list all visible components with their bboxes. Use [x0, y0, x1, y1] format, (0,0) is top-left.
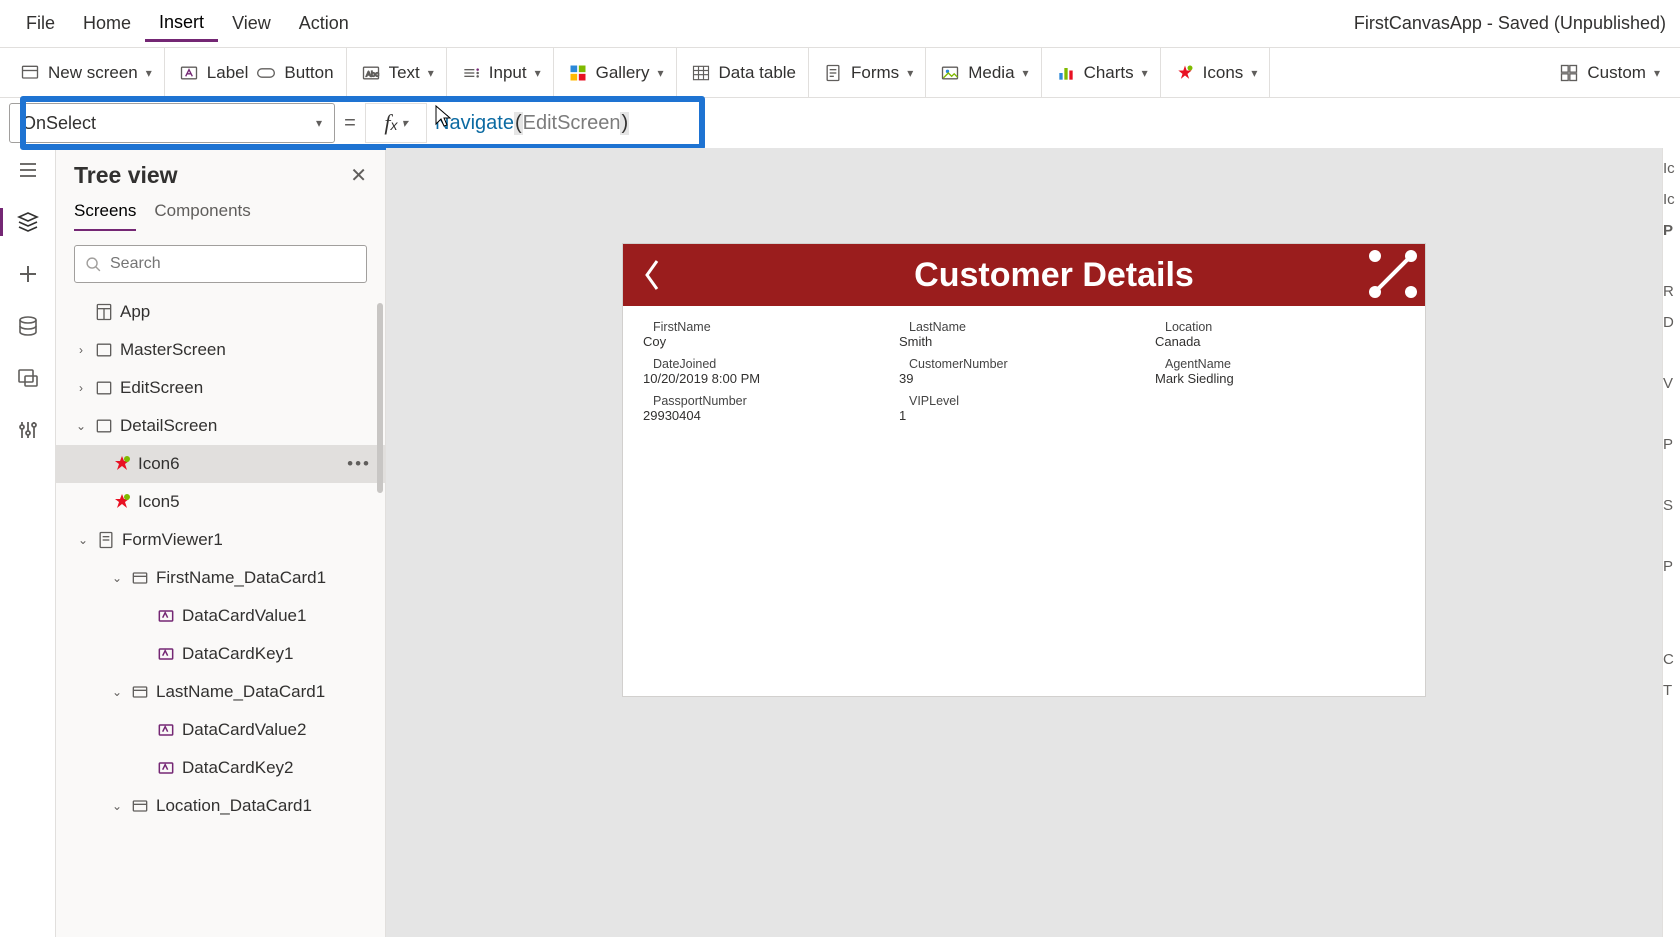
input-icon [461, 63, 481, 83]
top-menu: File Home Insert View Action FirstCanvas… [0, 0, 1680, 48]
advanced-icon[interactable] [16, 418, 40, 442]
tree-list: App › MasterScreen › EditScreen ⌄ Detail… [56, 293, 385, 937]
tree-view-icon[interactable] [16, 210, 40, 234]
new-screen-button[interactable]: New screen ▾ [20, 63, 152, 83]
media-icon [940, 63, 960, 83]
tree-lastname-card[interactable]: ⌄ LastName_DataCard1 [56, 673, 385, 711]
property-dropdown[interactable]: OnSelect ▾ [9, 103, 335, 143]
form-viewer: FirstName Coy LastName Smith Location Ca… [623, 306, 1425, 437]
tree-detail-screen[interactable]: ⌄ DetailScreen [56, 407, 385, 445]
properties-panel-clipped: Ic Ic P R D V P S P C T [1662, 148, 1680, 937]
tree-firstname-card[interactable]: ⌄ FirstName_DataCard1 [56, 559, 385, 597]
field-value: 39 [899, 371, 1149, 386]
screen-preview[interactable]: Customer Details FirstName Coy [623, 244, 1425, 696]
left-rail [0, 148, 56, 937]
hamburger-icon[interactable] [16, 158, 40, 182]
field-value: Canada [1155, 334, 1405, 349]
field-value: Smith [899, 334, 1149, 349]
icons-icon [1175, 63, 1195, 83]
tree-formviewer1[interactable]: ⌄ FormViewer1 [56, 521, 385, 559]
chevron-down-icon: ▾ [316, 116, 322, 130]
tree-datacardkey1[interactable]: DataCardKey1 [56, 635, 385, 673]
data-table-button[interactable]: Data table [691, 63, 797, 83]
canvas[interactable]: Customer Details FirstName Coy [386, 148, 1662, 937]
gallery-dropdown[interactable]: Gallery▾ [568, 63, 664, 83]
forms-dropdown[interactable]: Forms▾ [823, 63, 913, 83]
tree-view-title: Tree view [74, 162, 178, 189]
tree-datacardvalue1[interactable]: DataCardValue1 [56, 597, 385, 635]
custom-icon [1559, 63, 1579, 83]
field-label: Location [1155, 320, 1405, 334]
tree-app-node[interactable]: App [56, 293, 385, 331]
custom-dropdown[interactable]: Custom▾ [1559, 63, 1660, 83]
charts-icon [1056, 63, 1076, 83]
new-screen-icon [20, 63, 40, 83]
forms-icon [823, 63, 843, 83]
charts-dropdown[interactable]: Charts▾ [1056, 63, 1148, 83]
field-label: CustomerNumber [899, 357, 1149, 371]
formula-bar: OnSelect ▾ = fx ▾ Navigate(EditScreen) [0, 98, 1680, 148]
search-icon [85, 256, 102, 273]
field-label: AgentName [1155, 357, 1405, 371]
back-icon[interactable] [623, 255, 683, 295]
tab-components[interactable]: Components [154, 201, 250, 231]
scrollbar-thumb[interactable] [377, 303, 383, 493]
button-button[interactable]: Button [256, 63, 333, 83]
menu-view[interactable]: View [218, 7, 285, 40]
text-dropdown[interactable]: Abc Text▾ [361, 63, 434, 83]
field-label: VIPLevel [899, 394, 1149, 408]
tree-view-panel: Tree view ✕ Screens Components App › Ma [56, 148, 386, 937]
field-label: PassportNumber [643, 394, 893, 408]
fx-button[interactable]: fx ▾ [365, 103, 427, 143]
tree-icon6[interactable]: Icon6 ••• [56, 445, 385, 483]
svg-text:Abc: Abc [366, 69, 379, 78]
main-area: Tree view ✕ Screens Components App › Ma [0, 148, 1680, 937]
icons-dropdown[interactable]: Icons▾ [1175, 63, 1258, 83]
gallery-icon [568, 63, 588, 83]
tree-edit-screen[interactable]: › EditScreen [56, 369, 385, 407]
field-label: FirstName [643, 320, 893, 334]
preview-title: Customer Details [683, 256, 1425, 295]
equals-sign: = [335, 112, 365, 135]
field-value: Mark Siedling [1155, 371, 1405, 386]
menu-action[interactable]: Action [285, 7, 363, 40]
preview-header: Customer Details [623, 244, 1425, 306]
cursor-pointer-icon [432, 104, 454, 135]
tab-screens[interactable]: Screens [74, 201, 136, 231]
tree-master-screen[interactable]: › MasterScreen [56, 331, 385, 369]
data-table-icon [691, 63, 711, 83]
media-rail-icon[interactable] [16, 366, 40, 390]
label-icon [179, 63, 199, 83]
data-icon[interactable] [16, 314, 40, 338]
ribbon: New screen ▾ Label Button Abc Text▾ Inpu… [0, 48, 1680, 98]
app-title: FirstCanvasApp - Saved (Unpublished) [1354, 13, 1668, 34]
field-value: 1 [899, 408, 1149, 423]
tree-search-input[interactable] [110, 255, 356, 273]
field-value: 10/20/2019 8:00 PM [643, 371, 893, 386]
field-value: Coy [643, 334, 893, 349]
close-icon[interactable]: ✕ [350, 163, 367, 188]
button-icon [256, 63, 276, 83]
menu-insert[interactable]: Insert [145, 6, 218, 42]
label-button[interactable]: Label [179, 63, 249, 83]
tree-location-card[interactable]: ⌄ Location_DataCard1 [56, 787, 385, 825]
text-icon: Abc [361, 63, 381, 83]
formula-input[interactable]: Navigate(EditScreen) [427, 103, 637, 143]
tree-datacardvalue2[interactable]: DataCardValue2 [56, 711, 385, 749]
field-label: DateJoined [643, 357, 893, 371]
menu-file[interactable]: File [12, 7, 69, 40]
chevron-down-icon: ▾ [146, 66, 152, 80]
insert-icon[interactable] [16, 262, 40, 286]
media-dropdown[interactable]: Media▾ [940, 63, 1028, 83]
menu-home[interactable]: Home [69, 7, 145, 40]
field-value: 29930404 [643, 408, 893, 423]
input-dropdown[interactable]: Input▾ [461, 63, 541, 83]
tree-icon5[interactable]: Icon5 [56, 483, 385, 521]
edit-icon-selected[interactable] [1365, 246, 1421, 302]
tree-datacardkey2[interactable]: DataCardKey2 [56, 749, 385, 787]
field-label: LastName [899, 320, 1149, 334]
more-icon[interactable]: ••• [347, 454, 371, 474]
tree-search-box[interactable] [74, 245, 367, 283]
